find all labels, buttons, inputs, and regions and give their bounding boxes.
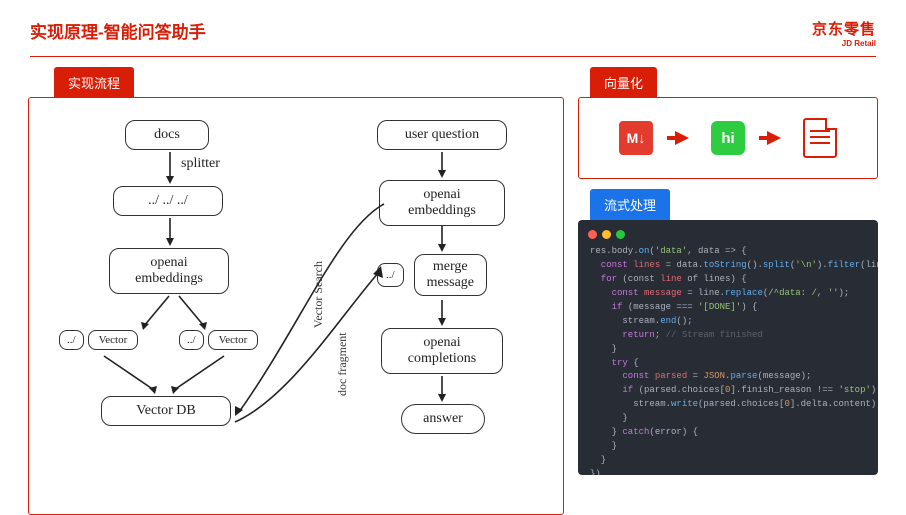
arrow-right-icon bbox=[675, 131, 689, 145]
doc-fragment-label: doc fragment bbox=[335, 332, 350, 396]
vector-panel: M↓ hi bbox=[578, 97, 878, 179]
window-buttons bbox=[578, 226, 878, 245]
arrow-icon bbox=[441, 376, 443, 402]
vector-search-label: Vector Search bbox=[311, 261, 326, 328]
arrow-icon bbox=[441, 300, 443, 326]
merge-chunk: ../ bbox=[377, 263, 404, 287]
node-vectordb: Vector DB bbox=[101, 396, 231, 426]
node-answer: answer bbox=[401, 404, 485, 434]
maximize-dot-icon bbox=[616, 230, 625, 239]
vector-section: 向量化 M↓ hi bbox=[578, 67, 878, 179]
vector-search-arrow-icon bbox=[229, 198, 389, 422]
minimize-dot-icon bbox=[602, 230, 611, 239]
flow-column: 实现流程 docs splitter ../ ../ ../ openai em… bbox=[28, 67, 564, 515]
close-dot-icon bbox=[588, 230, 597, 239]
node-docs: docs bbox=[125, 120, 209, 150]
markdown-icon: M↓ bbox=[619, 121, 653, 155]
chunk-box: ../ bbox=[179, 330, 204, 350]
header: 实现原理-智能问答助手 京东零售 JD Retail bbox=[0, 0, 906, 54]
arrow-icon bbox=[169, 218, 171, 246]
divider bbox=[30, 56, 876, 57]
hi-icon: hi bbox=[711, 121, 745, 155]
node-completions: openai completions bbox=[381, 328, 503, 374]
vector-pair-2: ../ Vector bbox=[179, 330, 258, 350]
code-block: res.body.on('data', data => { const line… bbox=[578, 245, 878, 475]
flow-tab: 实现流程 bbox=[54, 67, 134, 98]
node-merge: ../ merge message bbox=[377, 254, 487, 296]
brand-logo: 京东零售 JD Retail bbox=[812, 18, 876, 48]
stream-section: 流式处理 res.body.on('data', data => { const… bbox=[578, 189, 878, 475]
vector-box: Vector bbox=[208, 330, 259, 350]
stream-tab: 流式处理 bbox=[590, 189, 670, 220]
document-icon bbox=[803, 118, 837, 158]
arrow-merge-icon bbox=[99, 356, 229, 396]
vector-tab: 向量化 bbox=[590, 67, 657, 98]
node-user-question: user question bbox=[377, 120, 507, 150]
right-column: 向量化 M↓ hi 流式处理 res.body.on('d bbox=[578, 67, 878, 515]
arrow-icon bbox=[441, 152, 443, 178]
chunk-box: ../ bbox=[59, 330, 84, 350]
flow-panel: docs splitter ../ ../ ../ openai embeddi… bbox=[28, 97, 564, 515]
merge-message: merge message bbox=[414, 254, 487, 296]
vector-box: Vector bbox=[88, 330, 139, 350]
arrow-icon bbox=[441, 226, 443, 252]
arrow-fork-icon bbox=[139, 296, 209, 332]
node-chunks: ../ ../ ../ bbox=[113, 186, 223, 216]
body: 实现流程 docs splitter ../ ../ ../ openai em… bbox=[0, 67, 906, 515]
code-panel: res.body.on('data', data => { const line… bbox=[578, 220, 878, 475]
vector-pair-1: ../ Vector bbox=[59, 330, 138, 350]
arrow-icon bbox=[169, 152, 171, 184]
slide-title: 实现原理-智能问答助手 bbox=[30, 18, 206, 43]
node-embeddings-left: openai embeddings bbox=[109, 248, 229, 294]
arrow-right-icon bbox=[767, 131, 781, 145]
slide: 实现原理-智能问答助手 京东零售 JD Retail 实现流程 docs spl… bbox=[0, 0, 906, 510]
node-embeddings-right: openai embeddings bbox=[379, 180, 505, 226]
brand-cn: 京东零售 bbox=[812, 18, 876, 39]
splitter-label: splitter bbox=[181, 156, 220, 172]
brand-en: JD Retail bbox=[812, 39, 876, 48]
